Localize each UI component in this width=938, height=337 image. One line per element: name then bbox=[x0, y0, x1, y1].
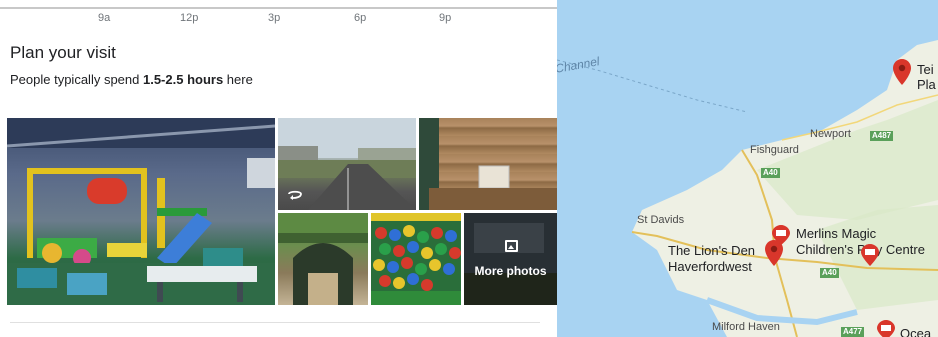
photo-entrance-archway[interactable] bbox=[278, 213, 368, 305]
visit-duration-text: People typically spend 1.5-2.5 hours her… bbox=[10, 72, 253, 87]
road-marker-a477: A477 bbox=[841, 327, 865, 337]
more-photos-label: More photos bbox=[474, 264, 547, 278]
soft-play-illustration bbox=[7, 118, 275, 305]
popular-times-baseline bbox=[0, 7, 557, 9]
hour-label: 9a bbox=[98, 12, 111, 24]
town-label-newport: Newport bbox=[810, 128, 851, 140]
wood-illustration bbox=[419, 118, 557, 210]
hour-label: 9p bbox=[439, 12, 452, 24]
ball-pit-illustration bbox=[371, 213, 461, 305]
photo-soft-play-area[interactable] bbox=[7, 118, 275, 305]
road-marker-a487: A487 bbox=[870, 131, 894, 141]
place-info-panel: 9a 12p 3p 6p 9p Plan your visit People t… bbox=[0, 0, 557, 337]
plan-visit-title: Plan your visit bbox=[10, 43, 116, 62]
photo-ball-pit[interactable] bbox=[371, 213, 461, 305]
more-photos-overlay bbox=[464, 213, 557, 305]
hour-label: 6p bbox=[354, 12, 367, 24]
more-photos-button[interactable]: More photos bbox=[464, 213, 557, 305]
map-pin-icon[interactable] bbox=[893, 59, 911, 85]
town-label-fishguard: Fishguard bbox=[750, 144, 799, 156]
play-centre-marker-icon-merlins[interactable] bbox=[861, 244, 879, 266]
hour-label: 12p bbox=[180, 12, 199, 24]
archway-illustration bbox=[278, 213, 368, 305]
place-label-lions-den-line1[interactable]: The Lion's Den bbox=[668, 243, 755, 258]
photo-street-view[interactable] bbox=[278, 118, 416, 210]
place-label-lions-den-line2[interactable]: Haverfordwest bbox=[668, 259, 752, 274]
photo-wooden-interior[interactable] bbox=[419, 118, 557, 210]
place-label-bottom-partial[interactable]: Ocea bbox=[900, 326, 931, 337]
place-label-merlins-line1[interactable]: Merlins Magic bbox=[796, 226, 876, 241]
road-marker-a40-east: A40 bbox=[820, 268, 839, 278]
place-label-teifi-partial-2[interactable]: Pla bbox=[917, 77, 936, 92]
road-marker-a40: A40 bbox=[761, 168, 780, 178]
town-label-st-davids: St Davids bbox=[637, 214, 685, 226]
hour-label: 3p bbox=[268, 12, 281, 24]
place-label-teifi-partial-1[interactable]: Tei bbox=[917, 62, 934, 77]
visit-duration: 1.5-2.5 hours bbox=[142, 72, 224, 87]
play-centre-marker-icon-bottom[interactable] bbox=[877, 320, 895, 337]
map-view[interactable]: Channel Newport Fishguard St Davids Milf… bbox=[557, 0, 938, 337]
section-divider bbox=[10, 322, 540, 323]
street-view-360-icon bbox=[288, 190, 302, 200]
play-centre-marker-icon[interactable] bbox=[772, 225, 790, 245]
map-land-shapes bbox=[557, 40, 938, 337]
photo-gallery-icon bbox=[505, 240, 518, 252]
town-label-milford-haven: Milford Haven bbox=[712, 321, 780, 333]
